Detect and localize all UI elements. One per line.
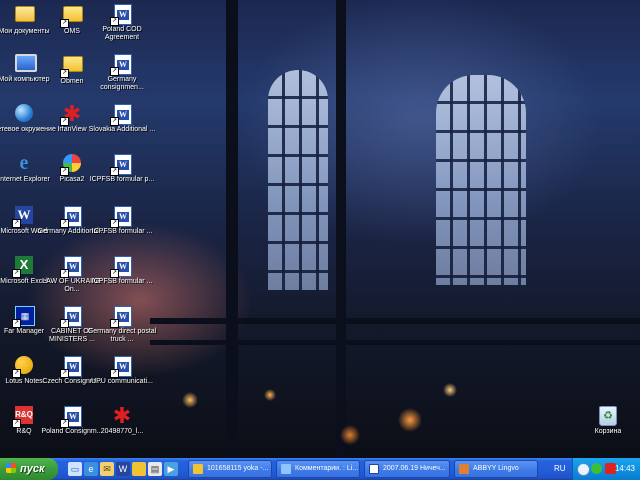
word-document-icon: W ↗ [110,356,132,378]
word-document-icon: W ↗ [110,206,132,228]
irfanview-icon: ✱ [112,403,132,428]
icon-label: 20498770_l... [100,428,144,435]
wallpaper-city-lights [150,360,480,458]
word-document-icon: W ↗ [110,104,132,126]
word-document-icon: W ↗ [110,154,132,176]
desktop-icon-germany-direct-postal[interactable]: W ↗ Germany direct postal truck ... [86,304,158,354]
show-desktop-icon[interactable]: ▭ [68,462,82,476]
lingvo-icon [459,464,469,474]
excel-app-icon: X ↗ [12,256,34,278]
word-document-icon: W ↗ [110,306,132,328]
word-document-icon: W ↗ [60,406,82,428]
my-documents-icon [14,6,35,26]
icon-label: ICPFSB formular ... [91,278,153,285]
wallpaper-frame [150,340,640,345]
system-tray: 14:43 [572,458,640,480]
task-button-word[interactable]: 2007.06.19 Ничеч... [364,460,450,478]
clock[interactable]: 14:43 [615,458,635,480]
word-document-icon: W ↗ [60,356,82,378]
desktop-icon-germany-consignment[interactable]: W ↗ Germany consignmen... [86,52,158,102]
media-icon[interactable]: ▶ [164,462,178,476]
folder-icon: ↗ [60,56,83,78]
notes-icon[interactable]: ▤ [148,462,162,476]
folder-icon [193,464,203,474]
irfanview-icon: ✱ ↗ [60,101,82,126]
word-document-icon: W ↗ [60,306,82,328]
word-app-icon: W ↗ [12,206,34,228]
recycle-bin-icon: ♻ [598,406,618,426]
word-document-icon: W ↗ [110,256,132,278]
start-button[interactable]: пуск [0,458,58,480]
desktop: Мои документы Мой компьютер Сетевое окру… [0,0,640,458]
icon-label: Germany consignmen... [100,76,144,91]
folder-icon: ↗ [60,6,83,28]
desktop-icon-icpfsb-formular-2[interactable]: W ↗ ICPFSB formular ... [86,204,158,254]
browser-icon [281,464,291,474]
desktop-icon-upu-communication[interactable]: W ↗ UPU communicati... [86,354,158,404]
desktop-icon-slovakia-additional[interactable]: W ↗ Slovakia Additional ... [86,102,158,152]
rq-icon: R&Q ↗ [12,406,34,428]
task-label: 2007.06.19 Ничеч... [383,465,446,472]
icon-label: Корзина [594,428,622,435]
task-label: Комментарии. : Li... [295,465,359,472]
wallpaper-window-left [268,70,328,290]
word-document-icon: W ↗ [60,206,82,228]
far-manager-icon: ▦ ↗ [12,306,35,328]
wallpaper-frame [150,318,640,324]
icon-label: Poland COD Agreement [102,26,142,41]
word-document-icon: W ↗ [110,54,132,76]
my-computer-icon [14,54,37,74]
word-document-icon: W ↗ [60,256,82,278]
desktop-icon-icpfsb-formular-1[interactable]: W ↗ ICPFSB formular p... [86,152,158,202]
icon-label: Slovakia Additional ... [88,126,156,133]
network-icon [14,104,34,124]
picasa-icon: ↗ [60,154,82,176]
word-document-icon: W ↗ [110,4,132,26]
desktop-icon-recycle-bin[interactable]: ♻ Корзина [572,404,640,454]
windows-logo-icon [6,463,16,473]
network-tray-icon[interactable] [577,463,590,476]
desktop-icon-icpfsb-formular-3[interactable]: W ↗ ICPFSB formular ... [86,254,158,304]
task-button-folder[interactable]: 101658115 yoka -... [188,460,272,478]
word-icon [369,464,379,474]
task-button-browser[interactable]: Комментарии. : Li... [276,460,360,478]
task-label: ABBYY Lingvo [473,465,519,472]
task-label: 101658115 yoka -... [207,465,269,472]
icon-label: ICPFSB formular p... [89,176,155,183]
desktop-icon-poland-cod-agreement[interactable]: W ↗ Poland COD Agreement [86,2,158,52]
desktop-icon-image-20498770[interactable]: ✱ 20498770_l... [86,404,158,454]
icon-label: Germany direct postal truck ... [87,328,157,343]
folder-icon[interactable] [132,462,146,476]
outlook-icon[interactable]: ✉ [100,462,114,476]
icon-label: UPU communicati... [91,378,153,385]
security-tray-icon[interactable] [591,463,602,474]
lotus-notes-icon: ↗ [12,356,34,378]
icon-label: ICPFSB formular ... [91,228,153,235]
ie-icon[interactable]: e [84,462,98,476]
internet-explorer-icon: e [19,152,29,174]
wallpaper-window-right [436,75,526,285]
word-icon[interactable]: W [116,462,130,476]
task-button-lingvo[interactable]: ABBYY Lingvo [454,460,538,478]
language-indicator[interactable]: RU [554,458,566,480]
taskbar: пуск ▭ e ✉ W ▤ ▶ 101658115 yoka -... Ком… [0,458,640,480]
start-label: пуск [20,463,45,475]
